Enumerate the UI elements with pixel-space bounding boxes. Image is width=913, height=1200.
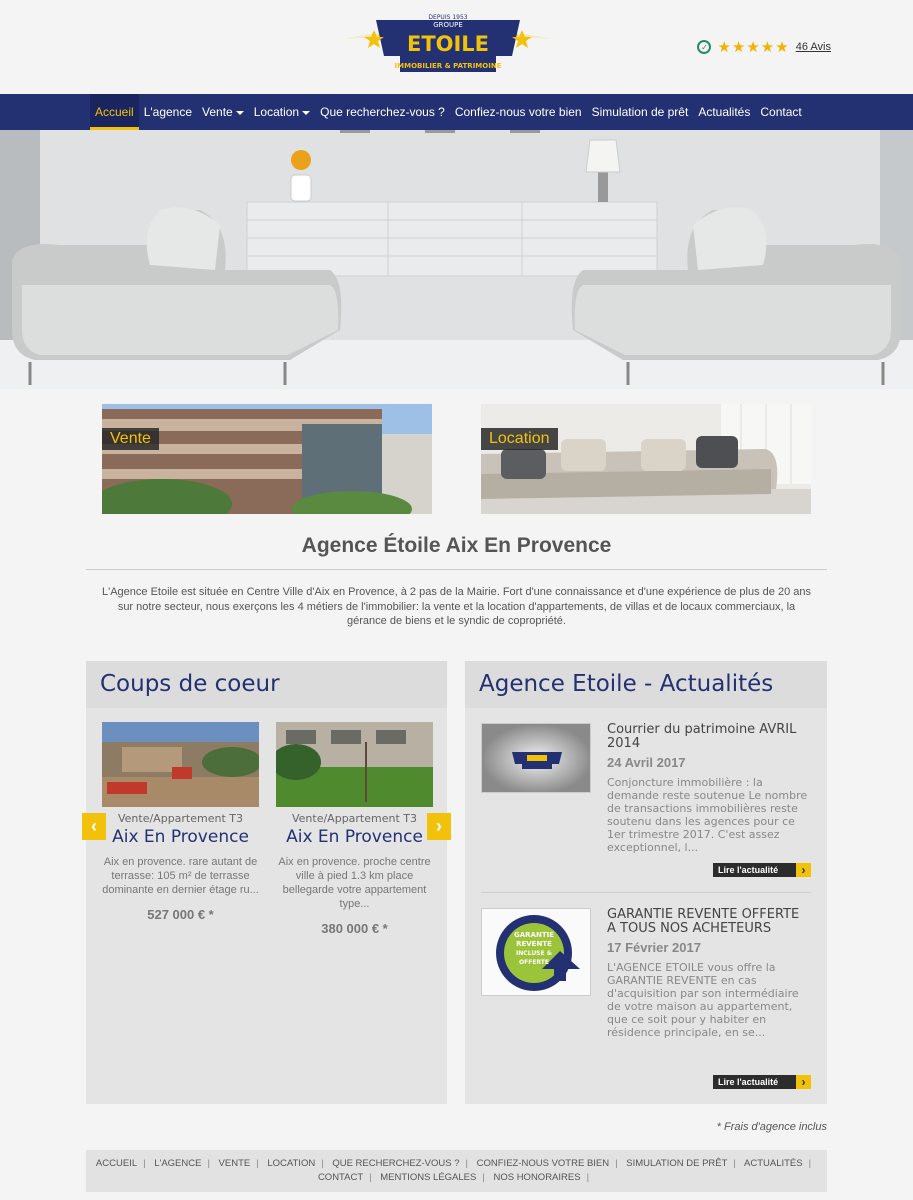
property-price: 380 000 € * — [321, 921, 388, 936]
property-city[interactable]: Aix En Provence — [102, 827, 259, 847]
property-type: Vente/Appartement T3 — [117, 812, 243, 825]
nav-item-confiez[interactable]: Confiez-nous votre bien — [450, 94, 587, 130]
property-description: Aix en provence. rare autant de terrasse… — [102, 856, 259, 896]
news-divider — [481, 892, 811, 893]
svg-text:INCLUSE &: INCLUSE & — [516, 950, 552, 957]
news-text: GARANTIE REVENTE OFFERTE A TOUS NOS ACHE… — [607, 908, 811, 1040]
news-excerpt: L'AGENCE ETOILE vous offre la GARANTIE R… — [607, 961, 799, 1039]
location-image — [481, 404, 811, 514]
title-divider — [86, 569, 827, 570]
footer-link-confiez[interactable]: CONFIEZ-NOUS VOTRE BIEN — [477, 1158, 609, 1169]
coups-heading: Coups de coeur — [86, 661, 447, 708]
review-rating[interactable]: ✓ ★★★★★ 46 Avis — [697, 38, 831, 56]
carousel-next-button[interactable]: › — [427, 813, 451, 840]
footer-link-actualites[interactable]: ACTUALITÉS — [744, 1158, 803, 1169]
location-label: Location — [481, 428, 558, 450]
location-tile[interactable]: Location — [481, 404, 811, 514]
footer-link-honoraires[interactable]: NOS HONORAIRES — [493, 1172, 580, 1183]
nav-item-vente[interactable]: Vente — [197, 94, 249, 130]
reviews-link[interactable]: 46 Avis — [796, 41, 831, 53]
carousel-prev-button[interactable]: ‹ — [82, 813, 106, 840]
svg-text:GARANTIE: GARANTIE — [514, 931, 554, 939]
property-city[interactable]: Aix En Provence — [276, 827, 433, 847]
news-title[interactable]: GARANTIE REVENTE OFFERTE A TOUS NOS ACHE… — [607, 908, 811, 936]
footer-link-mentions[interactable]: MENTIONS LÉGALES — [380, 1172, 476, 1183]
property-card[interactable]: Vente/Appartement T3 Aix En Provence Aix… — [102, 722, 259, 922]
nav-item-agence[interactable]: L'agence — [139, 94, 197, 130]
footer-link-recherche[interactable]: QUE RECHERCHEZ-VOUS ? — [332, 1158, 459, 1169]
read-news-button[interactable]: Lire l'actualité — [713, 863, 811, 877]
footer-link-vente[interactable]: VENTE — [219, 1158, 251, 1169]
footer-link-location[interactable]: LOCATION — [267, 1158, 315, 1169]
logo-tagline: IMMOBILIER & PATRIMOINE — [395, 62, 502, 70]
read-news-button[interactable]: Lire l'actualité — [713, 1075, 811, 1089]
logo-line1: DEPUIS 1953 — [428, 14, 467, 21]
news-excerpt: Conjoncture immobilière : la demande res… — [607, 776, 808, 854]
chevron-left-icon: ‹ — [91, 816, 97, 836]
property-description: Aix en provence. proche centre ville à p… — [278, 856, 431, 910]
footer-link-simulation[interactable]: SIMULATION DE PRÊT — [626, 1158, 727, 1169]
nav-item-location[interactable]: Location — [249, 94, 315, 130]
property-price: 527 000 € * — [147, 907, 214, 922]
footer-link-agence[interactable]: L'AGENCE — [154, 1158, 201, 1169]
rating-stars-icon: ★★★★★ — [717, 39, 790, 56]
news-date: 17 Février 2017 — [607, 940, 701, 955]
nav-item-location-label: Location — [253, 105, 300, 119]
vente-image — [102, 404, 432, 514]
site-header: DEPUIS 1953 GROUPE ETOILE IMMOBILIER & P… — [0, 0, 913, 94]
property-type: Vente/Appartement T3 — [291, 812, 417, 825]
footer-link-accueil[interactable]: ACCUEIL — [96, 1158, 137, 1169]
news-text: Courrier du patrimoine AVRIL 2014 24 Avr… — [607, 723, 811, 855]
nav-item-contact[interactable]: Contact — [755, 94, 806, 130]
chevron-down-icon — [235, 110, 244, 115]
news-thumbnail[interactable] — [481, 723, 591, 793]
news-item: GARANTIE REVENTE INCLUSE & OFFERTE GARAN… — [481, 908, 811, 1089]
frais-note: * Frais d'agence inclus — [716, 1121, 827, 1133]
svg-text:OFFERTE: OFFERTE — [519, 959, 549, 966]
nav-item-accueil[interactable]: Accueil — [90, 94, 139, 130]
chevron-right-icon: › — [436, 816, 442, 836]
footer-link-contact[interactable]: CONTACT — [318, 1172, 363, 1183]
property-image — [276, 722, 433, 807]
vente-label: Vente — [102, 428, 159, 450]
main-nav: Accueil L'agence Vente Location Que rech… — [0, 94, 913, 130]
vente-tile[interactable]: Vente — [102, 404, 432, 514]
actualites-heading: Agence Etoile - Actualités — [465, 661, 827, 708]
property-card[interactable]: Vente/Appartement T3 Aix En Provence Aix… — [276, 722, 433, 936]
page-title: Agence Étoile Aix En Provence — [301, 534, 612, 557]
chevron-down-icon — [302, 110, 311, 115]
verified-check-icon: ✓ — [697, 40, 712, 54]
etoile-logo[interactable]: DEPUIS 1953 GROUPE ETOILE IMMOBILIER & P… — [336, 10, 560, 80]
nav-item-vente-label: Vente — [202, 105, 233, 119]
news-date: 24 Avril 2017 — [607, 755, 686, 770]
intro-text: L'Agence Etoile est située en Centre Vil… — [102, 586, 811, 627]
logo-brand: ETOILE — [407, 32, 489, 56]
nav-item-actualites[interactable]: Actualités — [693, 94, 755, 130]
footer-nav: ACCUEIL | L'AGENCE | VENTE | LOCATION | QUE … — [86, 1150, 827, 1192]
svg-text:REVENTE: REVENTE — [516, 940, 552, 948]
actualites-panel: Agence Etoile - Actualités Courrier du p… — [465, 661, 827, 1104]
nav-item-simulation[interactable]: Simulation de prêt — [587, 94, 694, 130]
property-image — [102, 722, 259, 807]
news-title[interactable]: Courrier du patrimoine AVRIL 2014 — [607, 723, 811, 751]
news-thumbnail[interactable]: GARANTIE REVENTE INCLUSE & OFFERTE — [481, 908, 591, 996]
hero-banner-image — [0, 130, 913, 389]
logo-line2: GROUPE — [433, 21, 463, 29]
coups-de-coeur-panel: Coups de coeur Vente/Appartement T3 Aix … — [82, 661, 451, 1104]
news-item: Courrier du patrimoine AVRIL 2014 24 Avr… — [481, 723, 811, 883]
nav-item-recherche[interactable]: Que recherchez-vous ? — [315, 94, 450, 130]
